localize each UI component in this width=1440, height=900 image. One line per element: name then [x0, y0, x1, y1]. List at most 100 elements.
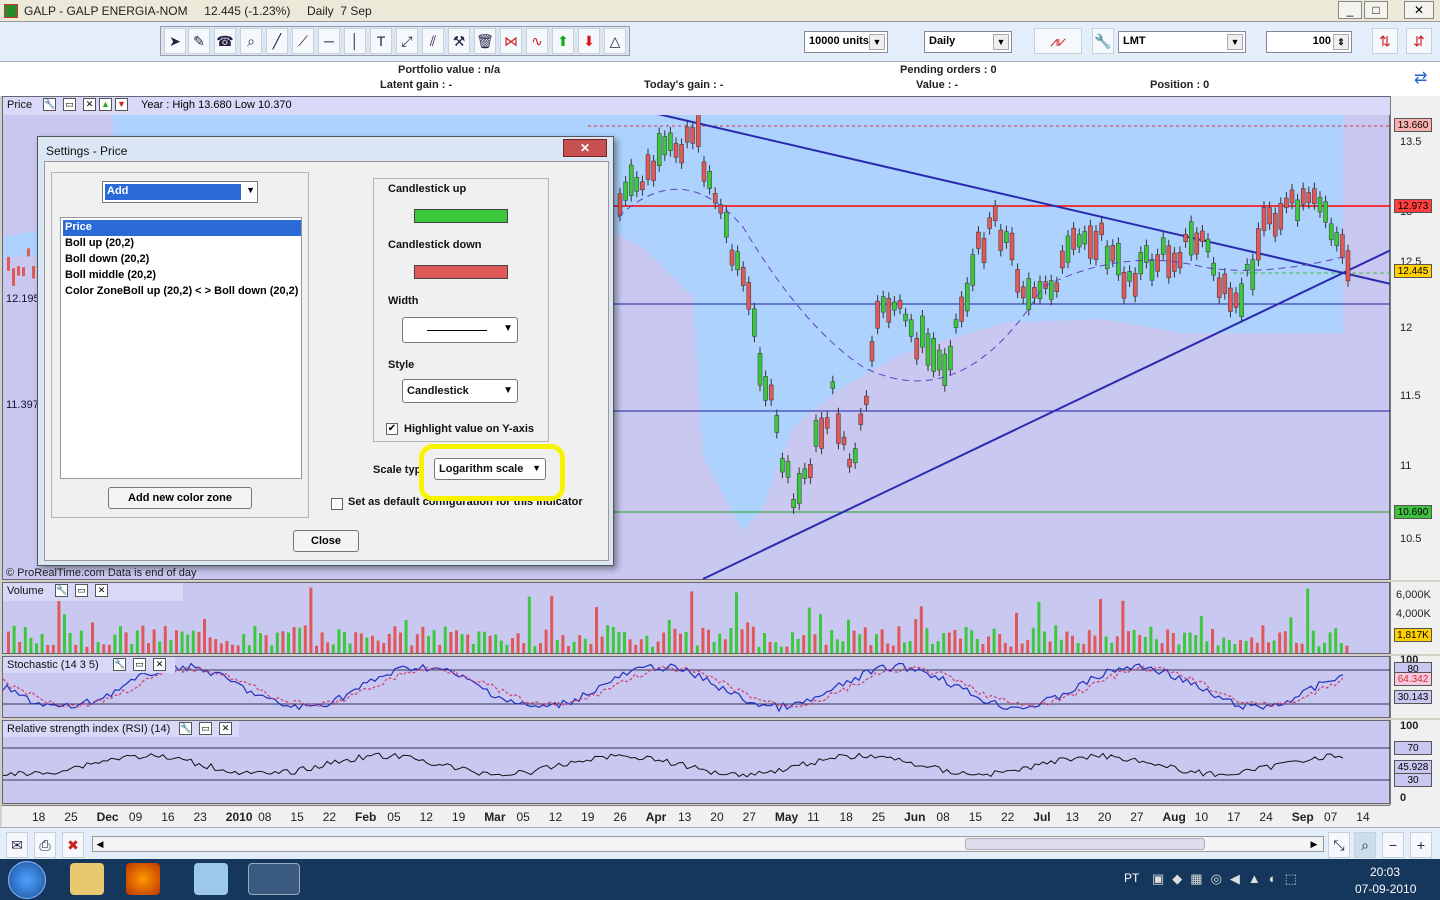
- add-color-zone-button[interactable]: Add new color zone: [108, 487, 252, 509]
- triangle-draw-icon[interactable]: △: [604, 28, 626, 54]
- language-indicator[interactable]: PT: [1124, 871, 1139, 885]
- volume-bar: [841, 641, 845, 653]
- zoom-box-icon[interactable]: ⌕: [1354, 832, 1376, 858]
- buy-order-icon[interactable]: ⇅: [1372, 28, 1398, 54]
- channel-tool-icon[interactable]: ⫽: [422, 28, 444, 54]
- wrench-icon[interactable]: 🔧: [1092, 28, 1114, 54]
- candle-down-color-swatch[interactable]: [414, 265, 508, 279]
- window-icon[interactable]: ▭: [133, 658, 146, 671]
- candle-up-color-swatch[interactable]: [414, 209, 508, 223]
- list-item[interactable]: Color ZoneBoll up (20,2) < > Boll down (…: [63, 284, 301, 300]
- volume-bar: [292, 627, 296, 653]
- trash-icon[interactable]: 🗑: [474, 28, 496, 54]
- zoom-out-icon[interactable]: −: [1382, 832, 1404, 858]
- line-tool-icon[interactable]: ╱: [266, 28, 288, 54]
- volume-bar: [1334, 628, 1338, 653]
- minimize-button[interactable]: _: [1338, 1, 1362, 19]
- application-icon[interactable]: [194, 863, 228, 895]
- wrench-icon[interactable]: 🔧: [179, 722, 192, 735]
- date-label: 27: [1130, 810, 1144, 824]
- close-window-button[interactable]: ✕: [1404, 1, 1434, 19]
- volume-bar: [203, 618, 206, 653]
- zoom-tool-icon[interactable]: ⌕: [240, 28, 262, 54]
- list-item[interactable]: Boll up (20,2): [63, 236, 301, 252]
- window-icon[interactable]: ▭: [63, 98, 76, 111]
- volume-bar: [135, 630, 139, 653]
- scroll-right-icon[interactable]: ▶: [1307, 837, 1321, 851]
- buy-arrow-icon[interactable]: ⬆: [552, 28, 574, 54]
- width-select[interactable]: ▼: [402, 317, 518, 343]
- quantity-stepper[interactable]: 100 ⇕: [1266, 31, 1352, 53]
- candle: [712, 193, 718, 204]
- rsi-tag-value: 45.928: [1394, 760, 1432, 774]
- volume-chart[interactable]: [3, 583, 1391, 655]
- default-config-checkbox[interactable]: [331, 498, 343, 510]
- email-icon[interactable]: ✉: [6, 832, 28, 858]
- move-down-icon[interactable]: ▼: [115, 98, 128, 111]
- prorealtime-taskbar-icon[interactable]: [248, 863, 300, 895]
- scroll-left-icon[interactable]: ◀: [93, 837, 107, 851]
- window-icon[interactable]: ▭: [199, 722, 212, 735]
- horizontal-line-icon[interactable]: ─: [318, 28, 340, 54]
- period-select[interactable]: Daily ▼: [924, 31, 1012, 53]
- wrench-icon[interactable]: 🔧: [113, 658, 126, 671]
- add-select[interactable]: Add ▼: [102, 181, 258, 203]
- start-button[interactable]: [8, 861, 46, 899]
- close-panel-icon[interactable]: ✕: [153, 658, 166, 671]
- volume-bar: [505, 644, 509, 653]
- maximize-button[interactable]: □: [1364, 1, 1388, 19]
- window-icon[interactable]: ▭: [75, 584, 88, 597]
- dialog-close-button[interactable]: ✕: [563, 139, 607, 157]
- indicator-icon[interactable]: ∿: [526, 28, 548, 54]
- volume-bar: [281, 631, 285, 653]
- candle: [942, 353, 948, 386]
- text-tool-icon[interactable]: T: [370, 28, 392, 54]
- candle: [925, 333, 931, 366]
- tray-icons[interactable]: ▣◆▦◎◀▲◐⬚: [1152, 871, 1305, 887]
- close-panel-icon[interactable]: ✕: [83, 98, 96, 111]
- pointer-tool-icon[interactable]: ➤: [164, 28, 186, 54]
- wrench-icon[interactable]: 🔧: [55, 584, 68, 597]
- zoom-in-icon[interactable]: +: [1410, 832, 1432, 858]
- volume-bar: [1054, 625, 1058, 653]
- candle: [987, 217, 992, 229]
- wrench-icon[interactable]: 🔧: [43, 98, 56, 111]
- fibonacci-icon[interactable]: ⤢: [396, 28, 418, 54]
- candle: [32, 265, 35, 279]
- style-select[interactable]: Candlestick ▼: [402, 379, 518, 403]
- close-panel-icon[interactable]: ✕: [95, 584, 108, 597]
- print-icon[interactable]: ⎙: [34, 832, 56, 858]
- sell-arrow-icon[interactable]: ⬇: [578, 28, 600, 54]
- volume-bar: [1003, 643, 1007, 653]
- close-button[interactable]: Close: [293, 530, 359, 552]
- volume-bar: [270, 645, 274, 653]
- volume-bar: [219, 643, 223, 653]
- ray-tool-icon[interactable]: ⟋: [292, 28, 314, 54]
- fit-icon[interactable]: ⤡: [1328, 832, 1350, 858]
- highlight-checkbox[interactable]: ✔: [386, 423, 398, 435]
- order-type-select[interactable]: LMT ▼: [1118, 31, 1246, 53]
- sync-icon[interactable]: ⇄: [1414, 68, 1436, 90]
- list-item[interactable]: Boll middle (20,2): [63, 268, 301, 284]
- volume-bar: [331, 644, 335, 653]
- firefox-icon[interactable]: [126, 863, 160, 895]
- close-panel-icon[interactable]: ✕: [219, 722, 232, 735]
- list-item[interactable]: Price: [63, 220, 301, 236]
- sell-order-icon[interactable]: ⇵: [1406, 28, 1432, 54]
- ruler-tool-icon[interactable]: ✎: [188, 28, 210, 54]
- cursor-off-icon[interactable]: ✖: [62, 832, 84, 858]
- file-explorer-icon[interactable]: [70, 863, 104, 895]
- stochastic-chart[interactable]: [3, 657, 1391, 719]
- list-item[interactable]: Boll down (20,2): [63, 252, 301, 268]
- scroll-thumb[interactable]: [965, 838, 1205, 850]
- triangle-pattern-icon[interactable]: ⋈: [500, 28, 522, 54]
- date-label: 05: [387, 810, 401, 824]
- move-up-icon[interactable]: ▲: [99, 98, 112, 111]
- tools-icon[interactable]: ⚒: [448, 28, 470, 54]
- indicator-list[interactable]: Price Boll up (20,2) Boll down (20,2) Bo…: [60, 217, 302, 479]
- chart-style-icon[interactable]: ⩘⩗: [1034, 28, 1082, 54]
- horizontal-scrollbar[interactable]: ◀ ▶: [92, 836, 1324, 852]
- vertical-line-icon[interactable]: │: [344, 28, 366, 54]
- alarm-bell-icon[interactable]: ☎: [214, 28, 236, 54]
- units-select[interactable]: 10000 units ▼: [804, 31, 888, 53]
